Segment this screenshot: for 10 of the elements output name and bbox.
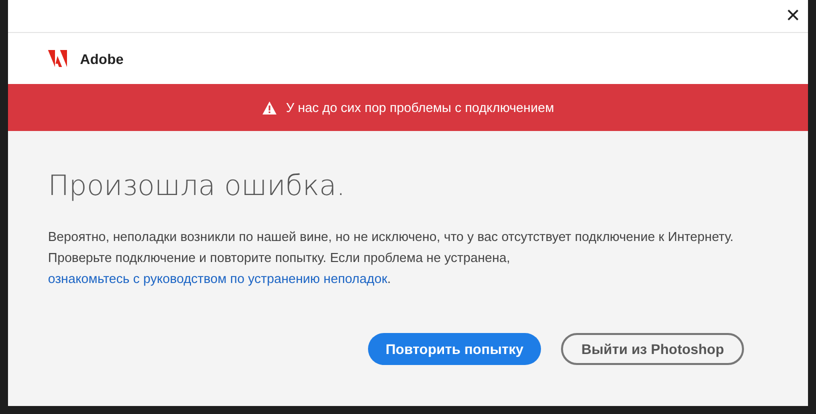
error-message: Вероятно, неполадки возникли по нашей вине, но не исключено, что у вас отсутствует подключение к Интернету. Проверьте подключение и повторите попытку. Если проблема не устранена, ознакомьтесь с руководством по устранению неполадок. — [48, 228, 735, 288]
logo-icon — [48, 50, 67, 67]
troubleshooting-link[interactable]: ознакомьтесь с руководством по устранению неполадок — [48, 271, 388, 286]
warning-icon — [262, 100, 277, 114]
retry-button[interactable]: Повторить попытку — [368, 333, 542, 365]
quit-button[interactable]: Выйти из Photoshop — [561, 333, 744, 365]
brand-name: Adobe — [80, 50, 124, 66]
error-title: Произошла ошибка. — [48, 169, 346, 202]
banner-text: У нас до сих пор проблемы с подключением — [286, 100, 554, 115]
close-button[interactable]: × — [778, 4, 808, 28]
